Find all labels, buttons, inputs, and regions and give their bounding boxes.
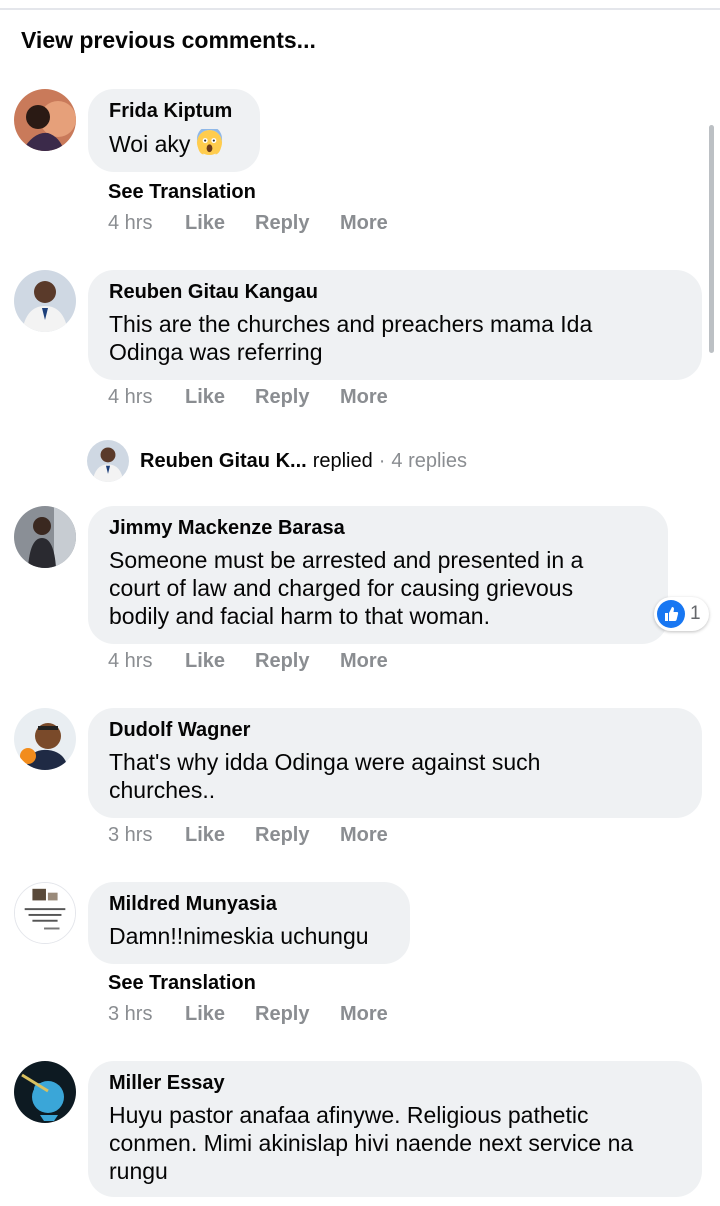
comment-text-line: Huyu pastor anafaa afinywe. Religious pa…	[109, 1102, 589, 1128]
comment-actions: 4 hrs Like Reply More	[108, 212, 388, 235]
comment-actions: 3 hrs Like Reply More	[108, 1003, 388, 1026]
see-translation-link[interactable]: See Translation	[108, 181, 256, 204]
avatar-reuben-gitau-kangau-small	[87, 440, 129, 482]
avatar-reuben-gitau-kangau[interactable]	[14, 270, 76, 332]
comment-time: 4 hrs	[108, 386, 153, 408]
comment-text-line: Odinga was referring	[109, 339, 323, 365]
comment-time: 4 hrs	[108, 650, 153, 672]
replied-label: replied	[312, 449, 373, 472]
like-button[interactable]: Like	[185, 1003, 255, 1026]
see-translation-link[interactable]: See Translation	[108, 972, 256, 995]
more-button[interactable]: More	[340, 386, 388, 409]
comment-bubble: Reuben Gitau Kangau This are the churche…	[88, 270, 702, 380]
comment-author[interactable]: Mildred Munyasia	[109, 892, 390, 916]
comment-text: This are the churches and preachers mama…	[109, 310, 682, 366]
comment-text-line: bodily and facial harm to that woman.	[109, 603, 490, 629]
comment-bubble: Mildred Munyasia Damn!!nimeskia uchungu	[88, 882, 410, 964]
like-button[interactable]: Like	[185, 824, 255, 847]
comment-bubble: Jimmy Mackenze Barasa Someone must be ar…	[88, 506, 668, 644]
more-button[interactable]: More	[340, 650, 388, 673]
more-button[interactable]: More	[340, 212, 388, 235]
avatar-jimmy-mackenze-barasa[interactable]	[14, 506, 76, 568]
comment-text-line: This are the churches and preachers mama…	[109, 311, 593, 337]
comment-author[interactable]: Reuben Gitau Kangau	[109, 280, 682, 304]
reply-button[interactable]: Reply	[255, 650, 340, 673]
reply-button[interactable]: Reply	[255, 824, 340, 847]
view-replies-link[interactable]: Reuben Gitau K... replied · 4 replies	[87, 440, 467, 482]
separator-dot: ·	[378, 449, 386, 472]
comment-text-line: conmen. Mimi akinislap hivi naende next …	[109, 1130, 634, 1156]
comment-text-line: court of law and charged for causing gri…	[109, 575, 574, 601]
avatar-frida-kiptum[interactable]	[14, 89, 76, 151]
comment-time: 3 hrs	[108, 824, 153, 846]
comment-time: 4 hrs	[108, 212, 153, 234]
avatar-dudolf-wagner[interactable]	[14, 708, 76, 770]
comment-bubble: Miller Essay Huyu pastor anafaa afinywe.…	[88, 1061, 702, 1197]
face-screaming-in-fear-icon	[197, 129, 223, 156]
avatar-miller-essay[interactable]	[14, 1061, 76, 1123]
comment-author[interactable]: Jimmy Mackenze Barasa	[109, 516, 648, 540]
comment-bubble: Frida Kiptum Woi aky	[88, 89, 260, 172]
comment-text-line: churches..	[109, 777, 216, 803]
top-divider	[0, 8, 720, 10]
comment-actions: 4 hrs Like Reply More	[108, 650, 388, 673]
comment-text: Huyu pastor anafaa afinywe. Religious pa…	[109, 1101, 682, 1185]
avatar-mildred-munyasia[interactable]	[14, 882, 76, 944]
view-previous-comments-link[interactable]: View previous comments...	[21, 27, 316, 54]
thumbs-up-icon	[657, 600, 685, 628]
reaction-badge[interactable]: 1	[654, 597, 709, 631]
reply-count: 4 replies	[391, 449, 468, 472]
more-button[interactable]: More	[340, 1003, 388, 1026]
comment-text-line: Someone must be arrested and presented i…	[109, 547, 584, 573]
comment-author[interactable]: Dudolf Wagner	[109, 718, 682, 742]
comment-text-line: rungu	[109, 1158, 168, 1184]
comment-author[interactable]: Miller Essay	[109, 1071, 682, 1095]
reply-button[interactable]: Reply	[255, 212, 340, 235]
comment-actions: 3 hrs Like Reply More	[108, 824, 388, 847]
more-button[interactable]: More	[340, 824, 388, 847]
reply-button[interactable]: Reply	[255, 1003, 340, 1026]
reaction-count: 1	[690, 603, 701, 624]
comment-text: Damn!!nimeskia uchungu	[109, 923, 369, 949]
like-button[interactable]: Like	[185, 386, 255, 409]
comment-bubble: Dudolf Wagner That's why idda Odinga wer…	[88, 708, 702, 818]
like-button[interactable]: Like	[185, 212, 255, 235]
scrollbar[interactable]	[709, 125, 714, 353]
replier-name: Reuben Gitau K...	[140, 449, 307, 472]
comment-text: Woi aky	[109, 129, 240, 158]
reply-button[interactable]: Reply	[255, 386, 340, 409]
like-button[interactable]: Like	[185, 650, 255, 673]
comment-actions: 4 hrs Like Reply More	[108, 386, 388, 409]
comment-text-line: That's why idda Odinga were against such	[109, 749, 541, 775]
comment-author[interactable]: Frida Kiptum	[109, 99, 240, 123]
comment-time: 3 hrs	[108, 1003, 153, 1025]
comment-text: That's why idda Odinga were against such…	[109, 748, 682, 804]
comment-text: Someone must be arrested and presented i…	[109, 546, 648, 630]
